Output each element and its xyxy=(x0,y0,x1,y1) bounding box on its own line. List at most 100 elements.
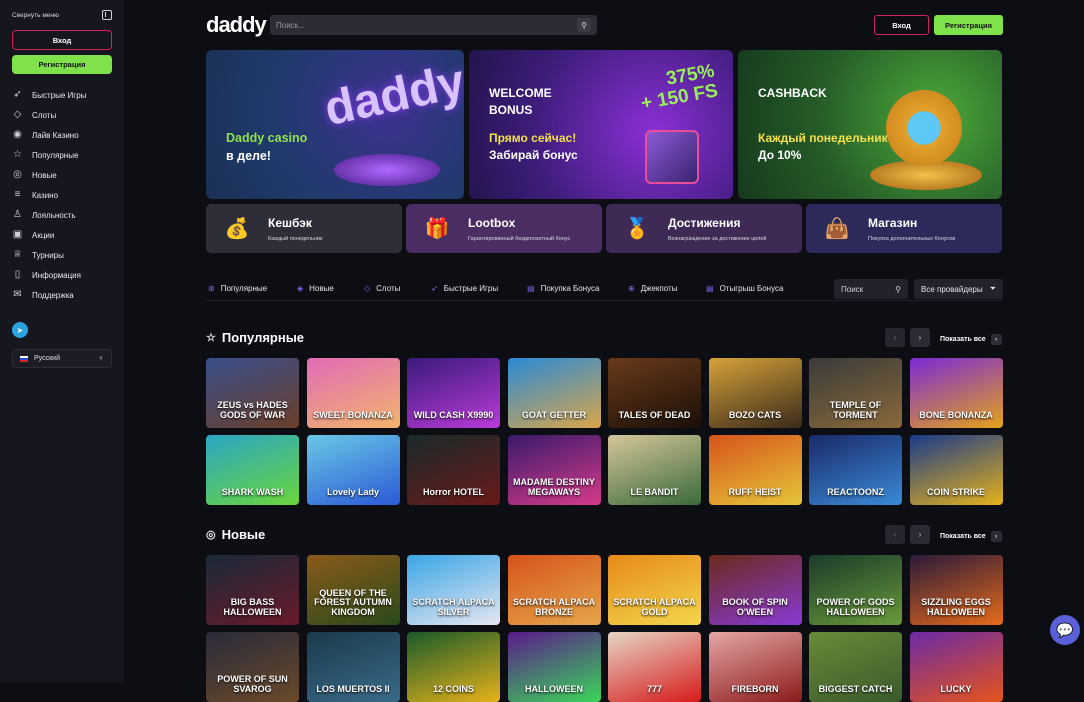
game-tile[interactable]: POWER OF SUN SVAROG xyxy=(206,632,299,702)
game-tile[interactable]: ZEUS vs HADES GODS OF WAR xyxy=(206,358,299,428)
game-tile[interactable]: LOS MUERTOS II xyxy=(306,632,400,702)
tab-quick-games[interactable]: ➶ Быстрые Игры xyxy=(431,284,498,293)
sidebar-toggle-icon[interactable] xyxy=(102,10,112,20)
game-title: 12 COINS xyxy=(432,683,474,694)
prev-button[interactable]: ‹ xyxy=(885,328,905,347)
game-tile[interactable]: BIGGEST CATCH xyxy=(809,632,902,702)
game-tile[interactable]: SHARK WASH xyxy=(206,435,299,505)
game-tile[interactable]: SWEET BONANZA xyxy=(306,358,400,428)
show-all-link[interactable]: Показать все › xyxy=(940,531,1002,542)
game-tile[interactable]: COIN STRIKE xyxy=(909,435,1003,505)
search-icon[interactable]: ⚲ xyxy=(895,285,901,294)
game-tile[interactable]: BONE BONANZA xyxy=(909,358,1003,428)
game-tile[interactable]: RUFF HEIST xyxy=(708,435,802,505)
game-title: MADAME DESTINY MEGAWAYS xyxy=(512,477,595,497)
promo-lootbox[interactable]: 🎁 Lootbox Гарантированный бездепозитный б… xyxy=(406,204,602,253)
filter-icon: ⏷ xyxy=(989,284,996,293)
game-tile[interactable]: TALES OF DEAD xyxy=(608,358,701,428)
next-button[interactable]: › xyxy=(910,525,930,544)
game-tile[interactable]: 777 xyxy=(608,632,701,702)
game-tile[interactable]: TEMPLE OF TORMENT xyxy=(809,358,902,428)
sidebar-item[interactable]: ♙ Лояльность xyxy=(12,205,112,225)
sidebar-item[interactable]: ◉ Лайв Казино xyxy=(12,125,112,145)
providers-filter[interactable]: Все провайдеры ⏷ xyxy=(914,279,1003,299)
game-tile[interactable]: Horror HOTEL xyxy=(407,435,500,505)
sidebar-nav: ➶ Быстрые Игры ◇ Слоты ◉ Лайв Казино ☆ Популярн… xyxy=(12,85,112,305)
sidebar-login-button[interactable]: Вход xyxy=(12,30,112,50)
sidebar-item[interactable]: ◎ Новые xyxy=(12,165,112,185)
tab-popular[interactable]: ⊛ Популярные xyxy=(208,284,267,293)
sidebar-item[interactable]: ♕ Турниры xyxy=(12,245,112,265)
collapse-menu-row[interactable]: Свернуть меню xyxy=(12,8,112,22)
game-tile[interactable]: QUEEN OF THE FOREST AUTUMN KINGDOM xyxy=(306,555,400,625)
prev-button[interactable]: ‹ xyxy=(885,525,905,544)
promo-cashback[interactable]: 💰 Кешбэк Каждый понедельник xyxy=(206,204,402,253)
game-tile[interactable]: BIG BASS HALLOWEEN xyxy=(206,555,299,625)
live-chat-button[interactable]: 💬 xyxy=(1050,615,1080,645)
game-tile[interactable]: FIREBORN xyxy=(708,632,802,702)
game-title: GOAT GETTER xyxy=(521,409,587,420)
rocket-icon: ➶ xyxy=(13,89,22,100)
game-tile[interactable]: SCRATCH ALPACA GOLD xyxy=(608,555,701,625)
game-tile[interactable]: HALLOWEEN xyxy=(507,632,601,702)
sidebar-item[interactable]: ▣ Акции xyxy=(12,225,112,245)
show-all-link[interactable]: Показать все › xyxy=(940,334,1002,345)
promo-achievements[interactable]: 🏅 Достижения Вознаграждение за достижение… xyxy=(606,204,802,253)
game-tile[interactable]: LE BANDIT xyxy=(608,435,701,505)
collapse-menu-label[interactable]: Свернуть меню xyxy=(12,12,59,19)
tab-bonus-wager[interactable]: ▤ Отыгрыш Бонуса xyxy=(706,284,783,293)
promo-subtitle: Вознаграждение за достижение целей xyxy=(668,235,767,242)
logo-text[interactable]: daddy xyxy=(206,12,267,37)
logo[interactable]: daddy xyxy=(206,12,267,38)
game-tile[interactable]: MADAME DESTINY MEGAWAYS xyxy=(507,435,601,505)
game-tile[interactable]: Lovely Lady xyxy=(306,435,400,505)
search-icon[interactable]: ⚲ xyxy=(577,18,591,32)
star-icon: ☆ xyxy=(206,332,216,344)
banner-title-line1: CASHBACK xyxy=(758,86,827,100)
sidebar-item[interactable]: ✉ Поддержка xyxy=(12,285,112,305)
promo-shop[interactable]: 👜 Магазин Покупка дополнительных бонусов xyxy=(806,204,1002,253)
game-tile[interactable]: GOAT GETTER xyxy=(507,358,601,428)
banner-cashback[interactable]: CASHBACK Каждый понедельник До 10% xyxy=(738,50,1002,199)
sidebar-item[interactable]: ▯ Информация xyxy=(12,265,112,285)
gift-icon: ▣ xyxy=(12,229,23,240)
banner-welcome-bonus[interactable]: 375% + 150 FS WELCOME BONUS Прямо сейчас… xyxy=(469,50,733,199)
game-title: POWER OF SUN SVAROG xyxy=(217,674,288,694)
game-title: BOZO CATS xyxy=(728,409,782,420)
game-tile[interactable]: LUCKY xyxy=(909,632,1003,702)
tab-slots[interactable]: ◇ Слоты xyxy=(364,284,400,293)
game-tile[interactable]: REACTOONZ xyxy=(809,435,902,505)
game-tile[interactable]: SCRATCH ALPACA BRONZE xyxy=(507,555,601,625)
tab-jackpots[interactable]: ⊕ Джекпоты xyxy=(628,284,677,293)
game-search-input[interactable]: Поиск ⚲ xyxy=(834,279,908,299)
game-title: SCRATCH ALPACA GOLD xyxy=(613,597,696,617)
login-button[interactable]: Вход xyxy=(874,15,929,35)
language-select[interactable]: Русский ▼ xyxy=(12,349,112,368)
bonus-art-text: 375% + 150 FS xyxy=(636,61,719,115)
sidebar-item[interactable]: ☆ Популярные xyxy=(12,145,112,165)
tab-bonus-buy[interactable]: ▤ Покупка Бонуса xyxy=(527,284,600,293)
sidebar-item[interactable]: ≡ Казино xyxy=(12,185,112,205)
game-tile[interactable]: SIZZLING EGGS HALLOWEEN xyxy=(909,555,1003,625)
section-title: ◎ Новые xyxy=(206,527,265,542)
next-button[interactable]: › xyxy=(910,328,930,347)
banner-daddy-casino[interactable]: daddy Daddy casino в деле! xyxy=(206,50,464,199)
telegram-icon[interactable]: ➤ xyxy=(12,322,28,338)
game-tile[interactable]: BOZO CATS xyxy=(708,358,802,428)
promo-title: Достижения xyxy=(668,215,741,230)
game-tile[interactable]: POWER OF GODS HALLOWEEN xyxy=(809,555,902,625)
banner-sub-line2: До 10% xyxy=(758,148,802,163)
search-input[interactable]: Поиск... ⚲ xyxy=(270,15,597,35)
game-title: SHARK WASH xyxy=(221,486,284,497)
register-button[interactable]: Регистрация xyxy=(934,15,1003,35)
sidebar-item[interactable]: ➶ Быстрые Игры xyxy=(12,85,112,105)
game-tile[interactable]: WILD CASH X9990 xyxy=(407,358,500,428)
game-tile[interactable]: BOOK OF SPIN O'WEEN xyxy=(708,555,802,625)
game-title: SCRATCH ALPACA SILVER xyxy=(412,597,495,617)
sidebar-register-button[interactable]: Регистрация xyxy=(12,55,112,74)
sidebar-item[interactable]: ◇ Слоты xyxy=(12,105,112,125)
tab-new[interactable]: ◈ Новые xyxy=(297,284,334,293)
game-tile[interactable]: SCRATCH ALPACA SILVER xyxy=(407,555,500,625)
game-tile[interactable]: 12 COINS xyxy=(407,632,500,702)
banner-sub-line2: Забирай бонус xyxy=(489,148,578,163)
